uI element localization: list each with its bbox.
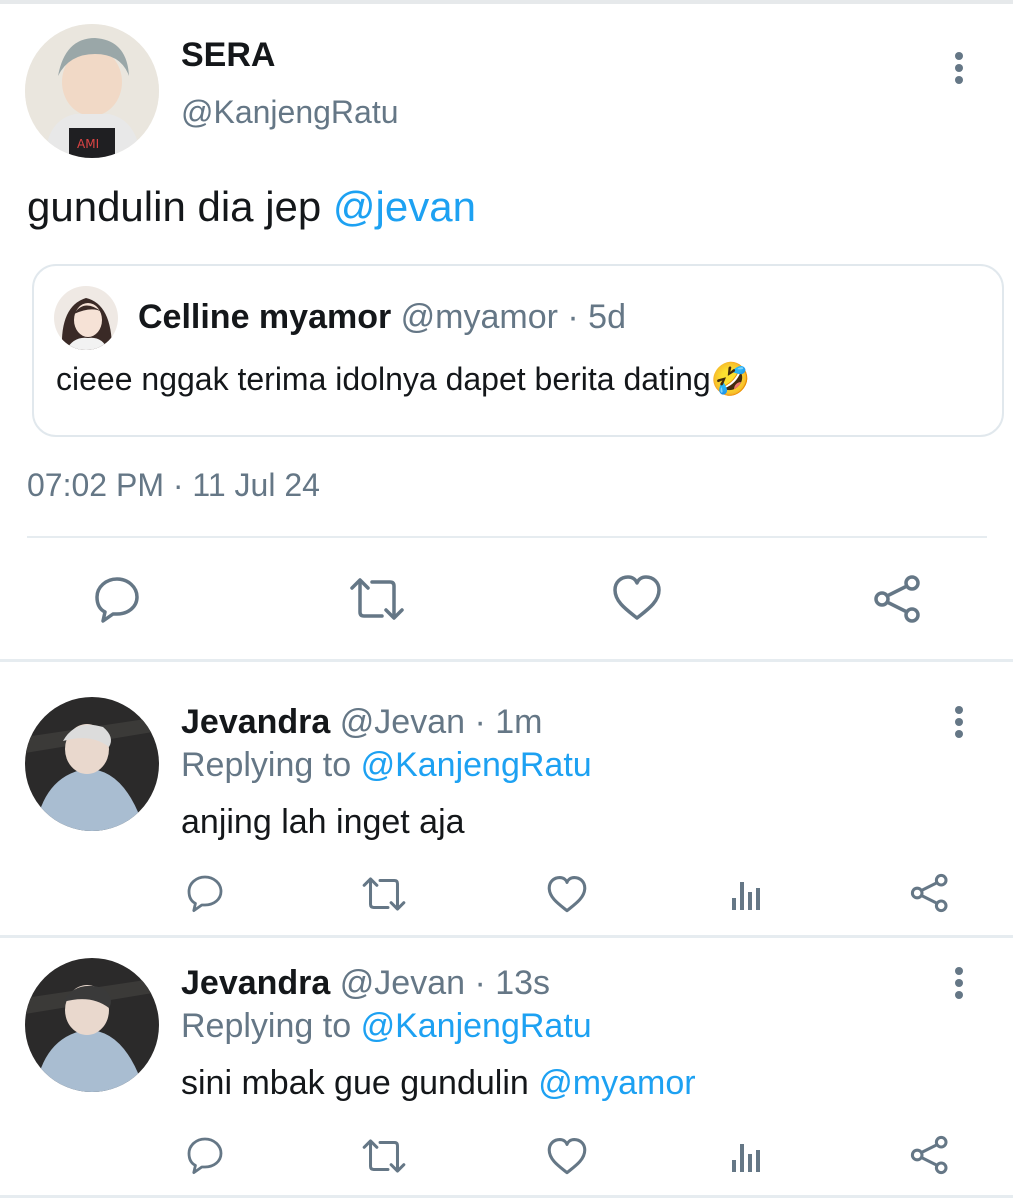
analytics-icon[interactable]: [730, 876, 766, 912]
rofl-emoji: 🤣: [710, 361, 751, 397]
share-icon[interactable]: [872, 574, 924, 624]
retweet-icon[interactable]: [361, 874, 407, 914]
section-divider: [0, 659, 1013, 662]
bottom-divider: [0, 1195, 1013, 1198]
reply-header: Jevandra @Jevan · 1m: [181, 703, 542, 742]
avatar-celline[interactable]: [54, 286, 118, 350]
quoted-handle-time[interactable]: @myamor · 5d: [401, 298, 626, 336]
reply-display-name[interactable]: Jevandra: [181, 703, 330, 741]
reply-display-name[interactable]: Jevandra: [181, 964, 330, 1002]
more-options-icon[interactable]: [953, 706, 965, 742]
quoted-body: cieee nggak terima idolnya dapet berita …: [56, 361, 711, 397]
like-icon[interactable]: [546, 875, 588, 914]
more-options-icon[interactable]: [953, 967, 965, 1003]
tweet-body: gundulin dia jep: [27, 183, 322, 230]
quoted-tweet[interactable]: Celline myamor @myamor · 5d cieee nggak …: [32, 264, 1004, 437]
replying-to-handle[interactable]: @KanjengRatu: [361, 746, 592, 784]
avatar-sera[interactable]: AMI: [25, 24, 159, 158]
replying-to: Replying to @KanjengRatu: [181, 1007, 592, 1046]
reply-body: sini mbak gue gundulin: [181, 1064, 529, 1102]
display-name[interactable]: SERA: [181, 36, 275, 75]
quoted-header: Celline myamor @myamor · 5d: [138, 298, 626, 337]
reply-divider: [0, 935, 1013, 938]
share-icon[interactable]: [909, 1135, 951, 1175]
replying-to: Replying to @KanjengRatu: [181, 746, 592, 785]
user-handle[interactable]: @KanjengRatu: [181, 94, 399, 131]
quoted-display-name[interactable]: Celline myamor: [138, 298, 391, 336]
reply-handle-time[interactable]: @Jevan · 13s: [340, 964, 550, 1002]
avatar-jevandra[interactable]: [25, 697, 159, 831]
replying-to-handle[interactable]: @KanjengRatu: [361, 1007, 592, 1045]
mention-link[interactable]: @myamor: [538, 1064, 695, 1102]
tweet-text: gundulin dia jep @jevan: [27, 183, 476, 231]
reply-text: anjing lah inget aja: [181, 803, 465, 841]
like-icon[interactable]: [546, 1137, 588, 1176]
analytics-icon[interactable]: [730, 1138, 766, 1174]
reply-header: Jevandra @Jevan · 13s: [181, 964, 550, 1003]
svg-text:AMI: AMI: [77, 137, 99, 151]
reply-text: sini mbak gue gundulin @myamor: [181, 1064, 696, 1103]
top-divider: [0, 0, 1013, 4]
avatar-jevandra[interactable]: [25, 958, 159, 1092]
retweet-icon[interactable]: [348, 574, 406, 624]
more-options-icon[interactable]: [953, 52, 965, 88]
reply-icon[interactable]: [92, 574, 142, 624]
quoted-text: cieee nggak terima idolnya dapet berita …: [56, 360, 751, 398]
replying-to-label: Replying to: [181, 1007, 352, 1045]
retweet-icon[interactable]: [361, 1136, 407, 1176]
mention-link[interactable]: @jevan: [333, 183, 476, 230]
tweet-timestamp[interactable]: 07:02 PM · 11 Jul 24: [27, 467, 320, 504]
replying-to-label: Replying to: [181, 746, 352, 784]
reply-icon[interactable]: [185, 1135, 225, 1175]
like-icon[interactable]: [611, 574, 663, 622]
timestamp-divider: [27, 536, 987, 538]
share-icon[interactable]: [909, 873, 951, 913]
reply-icon[interactable]: [185, 873, 225, 913]
reply-handle-time[interactable]: @Jevan · 1m: [340, 703, 543, 741]
